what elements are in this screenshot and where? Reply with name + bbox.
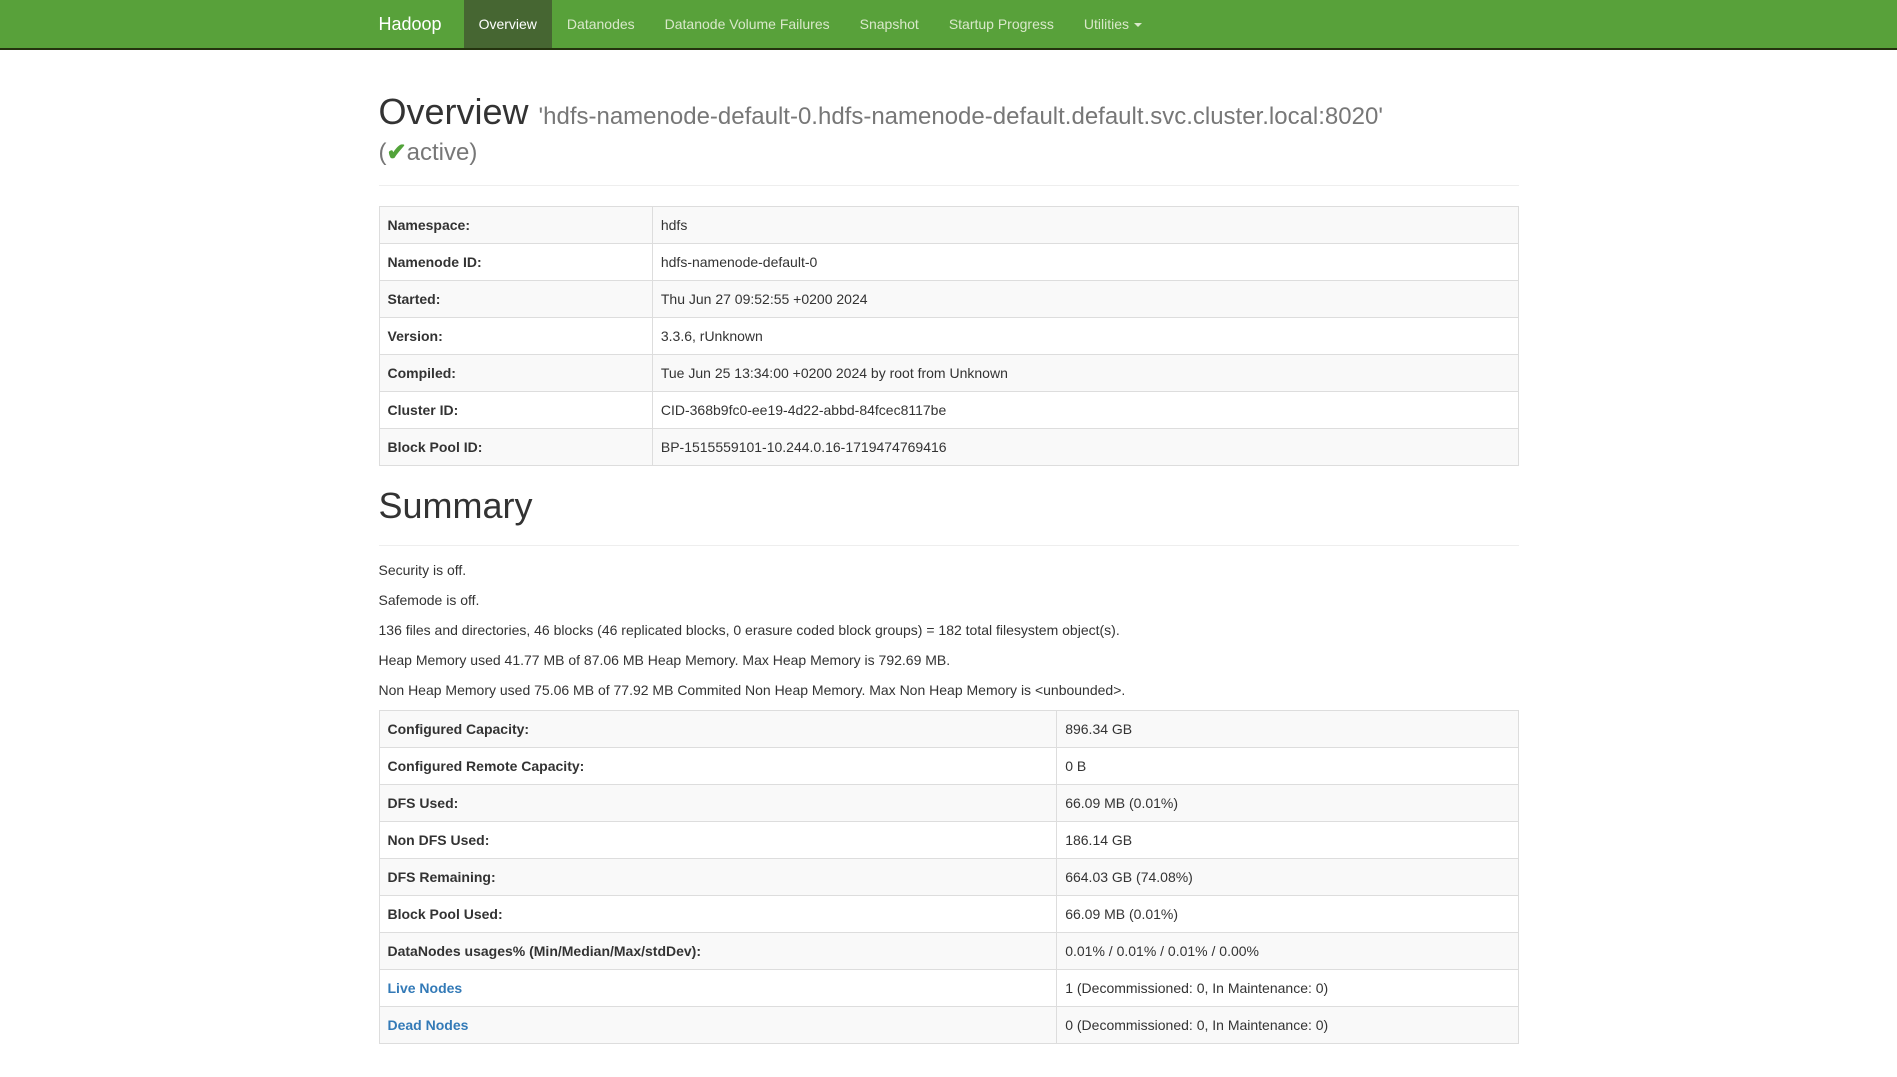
table-row: Block Pool ID: BP-1515559101-10.244.0.16…: [379, 428, 1518, 465]
dead-nodes-link[interactable]: Dead Nodes: [388, 1017, 469, 1033]
row-value: hdfs-namenode-default-0: [652, 243, 1518, 280]
check-icon: ✔: [387, 139, 407, 166]
summary-title: Summary: [379, 486, 1519, 526]
navbar-menu: Overview Datanodes Datanode Volume Failu…: [464, 0, 1157, 48]
overview-header: Overview 'hdfs-namenode-default-0.hdfs-n…: [379, 92, 1519, 186]
table-row: Configured Remote Capacity: 0 B: [379, 747, 1518, 784]
table-row: DFS Used: 66.09 MB (0.01%): [379, 784, 1518, 821]
summary-paragraph-safemode: Safemode is off.: [379, 590, 1519, 610]
row-label: Namenode ID:: [379, 243, 652, 280]
row-label: Dead Nodes: [379, 1006, 1057, 1043]
namenode-status: (✔active): [379, 140, 1519, 166]
row-label: Configured Capacity:: [379, 710, 1057, 747]
row-value: CID-368b9fc0-ee19-4d22-abbd-84fcec8117be: [652, 391, 1518, 428]
table-row: Version: 3.3.6, rUnknown: [379, 317, 1518, 354]
nav-link-utilities-dropdown[interactable]: Utilities: [1069, 0, 1157, 48]
nav-item-datanode-volume-failures: Datanode Volume Failures: [650, 0, 845, 48]
namenode-address: 'hdfs-namenode-default-0.hdfs-namenode-d…: [539, 103, 1383, 130]
row-label: Block Pool Used:: [379, 895, 1057, 932]
table-row: Dead Nodes 0 (Decommissioned: 0, In Main…: [379, 1006, 1518, 1043]
row-value: 0 (Decommissioned: 0, In Maintenance: 0): [1057, 1006, 1518, 1043]
row-value: BP-1515559101-10.244.0.16-1719474769416: [652, 428, 1518, 465]
table-row: Block Pool Used: 66.09 MB (0.01%): [379, 895, 1518, 932]
table-row: Namenode ID: hdfs-namenode-default-0: [379, 243, 1518, 280]
summary-header: Summary: [379, 486, 1519, 546]
table-row: Namespace: hdfs: [379, 206, 1518, 243]
nav-item-overview: Overview: [464, 0, 552, 48]
status-label: active: [407, 139, 470, 166]
table-row: DataNodes usages% (Min/Median/Max/stdDev…: [379, 932, 1518, 969]
row-value: 66.09 MB (0.01%): [1057, 895, 1518, 932]
main-content: Overview 'hdfs-namenode-default-0.hdfs-n…: [364, 92, 1534, 1044]
summary-table: Configured Capacity: 896.34 GB Configure…: [379, 710, 1519, 1044]
nav-link-startup-progress[interactable]: Startup Progress: [934, 0, 1069, 48]
nav-link-overview[interactable]: Overview: [464, 0, 552, 48]
row-label: Version:: [379, 317, 652, 354]
nav-link-snapshot[interactable]: Snapshot: [845, 0, 934, 48]
summary-paragraph-filesystem-objects: 136 files and directories, 46 blocks (46…: [379, 620, 1519, 640]
status-open-paren: (: [379, 139, 387, 166]
row-value: Tue Jun 25 13:34:00 +0200 2024 by root f…: [652, 354, 1518, 391]
row-value: 3.3.6, rUnknown: [652, 317, 1518, 354]
row-label: DataNodes usages% (Min/Median/Max/stdDev…: [379, 932, 1057, 969]
nav-link-datanodes[interactable]: Datanodes: [552, 0, 650, 48]
row-value: 186.14 GB: [1057, 821, 1518, 858]
caret-down-icon: [1134, 23, 1142, 27]
row-label: Live Nodes: [379, 969, 1057, 1006]
live-nodes-link[interactable]: Live Nodes: [388, 980, 463, 996]
nav-link-utilities-label: Utilities: [1084, 16, 1129, 32]
row-value: Thu Jun 27 09:52:55 +0200 2024: [652, 280, 1518, 317]
cluster-info-table: Namespace: hdfs Namenode ID: hdfs-nameno…: [379, 206, 1519, 466]
status-close-paren: ): [469, 139, 477, 166]
navbar-container: Hadoop Overview Datanodes Datanode Volum…: [364, 0, 1534, 48]
row-value: 1 (Decommissioned: 0, In Maintenance: 0): [1057, 969, 1518, 1006]
row-label: Cluster ID:: [379, 391, 652, 428]
row-label: Namespace:: [379, 206, 652, 243]
table-row: Started: Thu Jun 27 09:52:55 +0200 2024: [379, 280, 1518, 317]
table-row: Non DFS Used: 186.14 GB: [379, 821, 1518, 858]
table-row: DFS Remaining: 664.03 GB (74.08%): [379, 858, 1518, 895]
row-value: 896.34 GB: [1057, 710, 1518, 747]
row-label: DFS Remaining:: [379, 858, 1057, 895]
row-label: Non DFS Used:: [379, 821, 1057, 858]
nav-link-datanode-volume-failures[interactable]: Datanode Volume Failures: [650, 0, 845, 48]
row-label: Compiled:: [379, 354, 652, 391]
nav-item-startup-progress: Startup Progress: [934, 0, 1069, 48]
summary-paragraph-heap-memory: Heap Memory used 41.77 MB of 87.06 MB He…: [379, 650, 1519, 670]
nav-item-utilities: Utilities: [1069, 0, 1157, 48]
table-row: Live Nodes 1 (Decommissioned: 0, In Main…: [379, 969, 1518, 1006]
row-value: hdfs: [652, 206, 1518, 243]
nav-item-datanodes: Datanodes: [552, 0, 650, 48]
summary-paragraph-security: Security is off.: [379, 560, 1519, 580]
row-label: Configured Remote Capacity:: [379, 747, 1057, 784]
table-row: Configured Capacity: 896.34 GB: [379, 710, 1518, 747]
row-label: Started:: [379, 280, 652, 317]
row-value: 0.01% / 0.01% / 0.01% / 0.00%: [1057, 932, 1518, 969]
table-row: Cluster ID: CID-368b9fc0-ee19-4d22-abbd-…: [379, 391, 1518, 428]
row-value: 66.09 MB (0.01%): [1057, 784, 1518, 821]
table-row: Compiled: Tue Jun 25 13:34:00 +0200 2024…: [379, 354, 1518, 391]
brand-link[interactable]: Hadoop: [379, 0, 464, 48]
page-title-text: Overview: [379, 91, 529, 132]
nav-item-snapshot: Snapshot: [845, 0, 934, 48]
row-label: Block Pool ID:: [379, 428, 652, 465]
page-title: Overview 'hdfs-namenode-default-0.hdfs-n…: [379, 92, 1519, 166]
row-value: 664.03 GB (74.08%): [1057, 858, 1518, 895]
summary-paragraph-non-heap-memory: Non Heap Memory used 75.06 MB of 77.92 M…: [379, 680, 1519, 700]
navbar: Hadoop Overview Datanodes Datanode Volum…: [0, 0, 1897, 50]
row-label: DFS Used:: [379, 784, 1057, 821]
row-value: 0 B: [1057, 747, 1518, 784]
